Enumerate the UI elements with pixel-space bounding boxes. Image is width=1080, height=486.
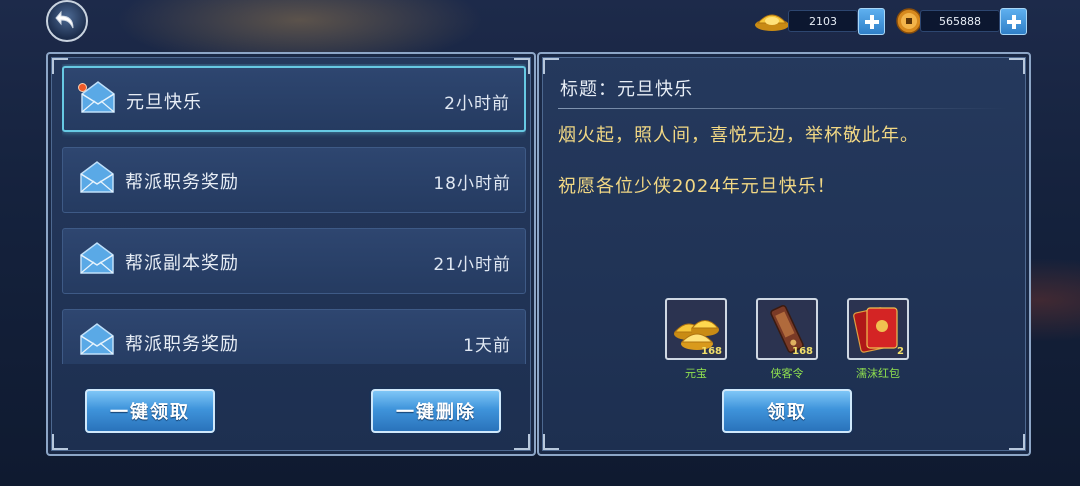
- mail-list[interactable]: 元旦快乐 2小时前 帮派职务奖励 18小时前 帮派副本奖励 21小时前 帮派职务…: [62, 64, 526, 364]
- mail-item[interactable]: 帮派副本奖励 21小时前: [62, 228, 526, 294]
- mail-time: 1天前: [463, 336, 511, 356]
- panel-corner-ornament: [543, 58, 559, 74]
- delete-all-button[interactable]: 一键删除: [371, 389, 501, 433]
- envelope-icon: [80, 161, 114, 193]
- panel-corner-ornament: [52, 434, 68, 450]
- coin-currency: 565888: [896, 7, 1030, 35]
- mail-item[interactable]: 帮派职务奖励 18小时前: [62, 147, 526, 213]
- mail-item[interactable]: 元旦快乐 2小时前: [62, 66, 526, 132]
- mail-time: 18小时前: [433, 174, 511, 194]
- mail-body-line: 烟火起，照人间，喜悦无边，举杯敬此年。: [558, 125, 919, 146]
- reward-slot[interactable]: 168: [756, 298, 818, 360]
- panel-corner-ornament: [1009, 58, 1025, 74]
- mail-time: 2小时前: [444, 94, 510, 114]
- reward-count: 168: [701, 346, 722, 357]
- panel-corner-ornament: [514, 434, 530, 450]
- claim-all-button[interactable]: 一键领取: [85, 389, 215, 433]
- back-arrow-icon: [55, 10, 74, 29]
- plus-icon: [1006, 14, 1021, 29]
- mail-title: 帮派职务奖励: [125, 334, 239, 355]
- unread-dot: [78, 83, 87, 92]
- envelope-icon: [80, 242, 114, 274]
- claim-button[interactable]: 领取: [722, 389, 852, 433]
- mail-subject: 标题：元旦快乐: [560, 79, 693, 100]
- copper-coin-icon: [896, 8, 922, 34]
- mail-body-line: 祝愿各位少侠2024年元旦快乐！: [558, 176, 836, 197]
- reward-count: 2: [897, 346, 904, 357]
- mail-title: 帮派副本奖励: [125, 253, 239, 274]
- reward-count: 168: [792, 346, 813, 357]
- reward-slot[interactable]: 168: [665, 298, 727, 360]
- reward-name: 元宝: [685, 367, 707, 380]
- plus-icon: [864, 14, 879, 29]
- add-coin-button[interactable]: [1000, 8, 1027, 35]
- back-button[interactable]: [46, 0, 88, 42]
- gold-ingot-icon: [755, 14, 789, 31]
- coin-amount: 565888: [920, 10, 1000, 32]
- mail-title: 元旦快乐: [126, 92, 202, 113]
- mail-time: 21小时前: [433, 255, 511, 275]
- panel-corner-ornament: [543, 434, 559, 450]
- gold-amount: 2103: [788, 10, 858, 32]
- reward-name: 濡沫红包: [856, 367, 900, 380]
- subject-divider: [558, 108, 1008, 109]
- add-gold-button[interactable]: [858, 8, 885, 35]
- mail-item[interactable]: 帮派职务奖励 1天前: [62, 309, 526, 364]
- panel-corner-ornament: [1009, 434, 1025, 450]
- reward-name: 侠客令: [770, 367, 804, 380]
- mail-title: 帮派职务奖励: [125, 172, 239, 193]
- reward-slot[interactable]: 2: [847, 298, 909, 360]
- gold-currency: 2103: [754, 7, 888, 35]
- envelope-icon: [80, 323, 114, 355]
